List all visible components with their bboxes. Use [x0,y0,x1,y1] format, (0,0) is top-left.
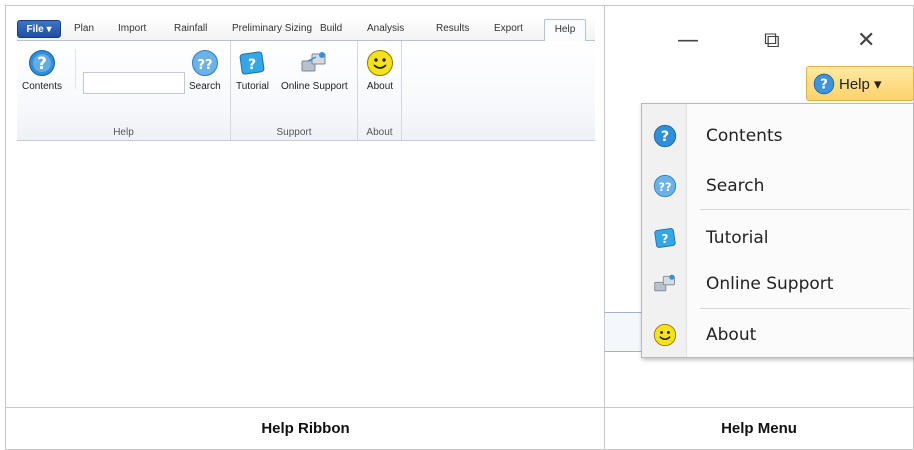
tutorial-icon: ? [654,228,676,248]
menu-item-tutorial-label: Tutorial [706,228,769,248]
ribbon-panel: ? Contents ?? Search Help ? Tutorial Onl… [17,41,595,141]
menu-item-contents-label: Contents [706,126,783,146]
menu-separator [700,308,910,309]
menu-item-about[interactable]: About [642,313,914,357]
menu-separator [700,209,910,210]
smiley-icon [653,323,677,347]
about-button[interactable]: About [366,49,394,92]
tab-help-label: Help [554,24,576,35]
tutorial-icon: ? [240,51,265,75]
tab-help[interactable]: Help [544,19,586,42]
contents-help-icon: ? [29,50,56,76]
menu-item-online-support-label: Online Support [706,274,834,294]
minimize-icon[interactable]: — [677,30,699,52]
group-support: ? Tutorial Online Support Support [231,41,358,141]
svg-text:??: ?? [659,181,672,194]
tab-results[interactable]: Results [436,23,469,34]
group-about-label: About [366,127,393,138]
help-button-label: Help ▾ [839,75,882,93]
caption-help-ribbon: Help Ribbon [5,407,605,450]
online-support-button[interactable]: Online Support [281,49,348,92]
tab-rainfall[interactable]: Rainfall [174,23,207,34]
search-button[interactable]: ?? Search [189,49,221,92]
tab-plan[interactable]: Plan [74,23,94,34]
menu-item-search-label: Search [706,176,765,196]
online-support-label: Online Support [281,81,348,92]
smiley-icon [367,50,393,76]
tab-build[interactable]: Build [320,23,342,34]
close-icon[interactable]: ✕ [857,30,875,52]
svg-text:?: ? [662,232,669,246]
menu-item-tutorial[interactable]: ? Tutorial [642,216,914,260]
restore-icon[interactable]: ⧉ [764,30,780,52]
menu-item-search[interactable]: ?? Search [642,164,914,208]
contents-button[interactable]: ? Contents [22,49,62,92]
group-about: About About [358,41,402,141]
search-help-icon: ?? [191,50,218,76]
help-dropdown-menu: ? Contents ?? Search ? Tutorial Online S… [641,103,914,358]
background-field [605,312,645,352]
svg-text:?: ? [248,57,256,73]
ribbon-tab-bar: File ▾ Plan Import Rainfall Preliminary … [17,17,595,42]
group-divider [75,49,76,89]
help-button-icon: ? [813,73,835,94]
tab-preliminary-sizing[interactable]: Preliminary Sizing [232,23,312,34]
caption-help-menu: Help Menu [604,407,914,450]
menu-item-contents[interactable]: ? Contents [642,114,914,158]
search-help-icon: ?? [653,174,677,198]
menu-item-online-support[interactable]: Online Support [642,262,914,306]
online-support-icon [301,52,326,72]
tab-export[interactable]: Export [494,23,523,34]
help-menu-button[interactable]: ? Help ▾ [806,66,914,101]
contents-help-icon: ? [653,124,677,148]
tutorial-label: Tutorial [236,81,269,92]
help-ribbon: File ▾ Plan Import Rainfall Preliminary … [17,17,595,145]
menu-item-about-label: About [706,325,757,345]
search-label: Search [189,81,221,92]
file-menu-button[interactable]: File ▾ [17,20,61,38]
contents-label: Contents [22,81,63,92]
svg-text:?: ? [661,128,669,145]
online-support-icon [654,274,675,292]
group-help: ? Contents ?? Search Help [17,41,231,141]
group-help-label: Help [113,127,134,138]
svg-text:?: ? [37,54,47,74]
tab-analysis[interactable]: Analysis [367,23,404,34]
tutorial-button[interactable]: ? Tutorial [236,49,269,92]
svg-text:?: ? [820,77,828,92]
about-label: About [366,81,394,92]
svg-text:??: ?? [197,58,212,73]
tab-import[interactable]: Import [118,23,146,34]
search-input[interactable] [83,72,185,94]
group-support-label: Support [276,127,312,138]
